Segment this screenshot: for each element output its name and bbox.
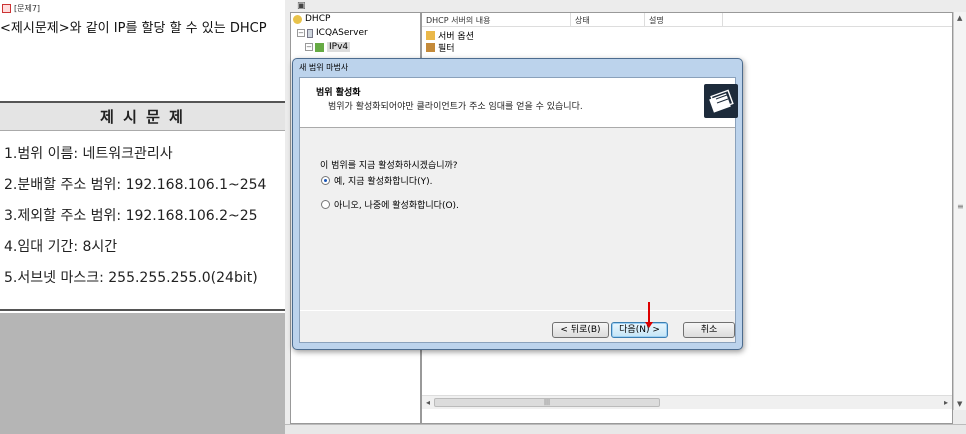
radio-label: 예, 지금 활성화합니다(Y).	[334, 177, 433, 187]
server-icon	[307, 28, 313, 38]
back-button[interactable]: < 뒤로(B)	[552, 322, 609, 338]
problem-item: 2.분배할 주소 범위: 192.168.106.1~254	[4, 177, 267, 193]
problem-item: 3.제외할 주소 범위: 192.168.106.2~25	[4, 208, 258, 224]
console-icon[interactable]: ▣	[297, 1, 306, 11]
ipv4-icon	[315, 42, 324, 52]
server-options-icon	[426, 31, 435, 40]
scroll-left-icon[interactable]: ◂	[426, 398, 430, 407]
horizontal-scrollbar[interactable]: ◂ ||| ▸	[422, 395, 952, 409]
problem-box: 제 시 문 제 1.범위 이름: 네트워크관리사 2.분배할 주소 범위: 19…	[0, 103, 285, 311]
dialog-title: 새 범위 마법사	[299, 63, 349, 72]
document-icon	[2, 3, 11, 13]
status-bar	[285, 424, 966, 434]
scrollbar-thumb[interactable]: |||	[434, 398, 660, 407]
radio-label: 아니오, 나중에 활성화합니다(O).	[334, 201, 459, 211]
divider	[300, 310, 735, 311]
problem-window-title: [문제7]	[14, 3, 41, 13]
scrollbar-grip-icon[interactable]: ≡	[957, 202, 964, 211]
wizard-icon	[704, 84, 738, 118]
tree-item-label: IPv4	[327, 42, 351, 52]
column-header-description[interactable]: 설명	[649, 15, 664, 26]
column-header-name[interactable]: DHCP 서버의 내용	[426, 15, 490, 26]
scroll-up-icon[interactable]: ▲	[957, 14, 962, 22]
problem-item: 1.범위 이름: 네트워크관리사	[4, 146, 173, 162]
tree-item-server[interactable]: − ICQAServer	[297, 28, 368, 38]
annotation-arrow-icon	[645, 302, 653, 328]
tree-item-label: ICQAServer	[316, 28, 368, 38]
problem-panel: [문제7] <제시문제>와 같이 IP를 할당 할 수 있는 DHCP 제 시 …	[0, 0, 285, 434]
new-scope-wizard-dialog: 새 범위 마법사 범위 활성화 범위가 활성화되어야만 클라이언트가 주소 임대…	[292, 58, 743, 350]
tree-item-dhcp[interactable]: DHCP	[293, 14, 330, 24]
cancel-button[interactable]: 취소	[683, 322, 735, 338]
wizard-header: 범위 활성화 범위가 활성화되어야만 클라이언트가 주소 임대를 얻을 수 있습…	[300, 78, 738, 128]
wizard-step-title: 범위 활성화	[316, 88, 361, 98]
dialog-body: 범위 활성화 범위가 활성화되어야만 클라이언트가 주소 임대를 얻을 수 있습…	[299, 77, 738, 343]
scroll-down-icon[interactable]: ▼	[957, 400, 962, 408]
radio-activate-now[interactable]: 예, 지금 활성화합니다(Y).	[321, 174, 432, 187]
collapse-icon[interactable]: −	[305, 43, 313, 51]
problem-window-titlebar: [문제7]	[0, 0, 285, 16]
column-header-status[interactable]: 상태	[575, 15, 590, 26]
column-separator[interactable]	[644, 13, 645, 27]
console-toolbar: ▣	[285, 0, 966, 12]
filter-icon	[426, 43, 435, 52]
scroll-right-icon[interactable]: ▸	[944, 398, 948, 407]
empty-area	[0, 313, 285, 434]
column-separator[interactable]	[722, 13, 723, 27]
radio-unselected-icon[interactable]	[321, 200, 330, 209]
wizard-step-description: 범위가 활성화되어야만 클라이언트가 주소 임대를 얻을 수 있습니다.	[328, 102, 583, 112]
problem-item: 5.서브넷 마스크: 255.255.255.0(24bit)	[4, 270, 258, 286]
problem-header: 제 시 문 제	[0, 103, 285, 131]
list-item-label: 필터	[438, 44, 455, 54]
tree-item-ipv4[interactable]: − IPv4	[305, 42, 351, 52]
problem-list: 1.범위 이름: 네트워크관리사 2.분배할 주소 범위: 192.168.10…	[0, 131, 285, 294]
problem-question: <제시문제>와 같이 IP를 할당 할 수 있는 DHCP	[0, 21, 267, 36]
radio-activate-later[interactable]: 아니오, 나중에 활성화합니다(O).	[321, 198, 459, 211]
tree-item-label: DHCP	[305, 14, 331, 24]
collapse-icon[interactable]: −	[297, 29, 305, 37]
activate-question: 이 범위를 지금 활성화하시겠습니까?	[320, 161, 458, 171]
list-item-filters[interactable]: 필터	[426, 41, 455, 54]
next-button[interactable]: 다음(N) >	[611, 322, 668, 338]
column-separator[interactable]	[570, 13, 571, 27]
vertical-scrollbar[interactable]: ▲ ≡ ▼	[953, 12, 966, 410]
radio-selected-icon[interactable]	[321, 176, 330, 185]
problem-item: 4.임대 기간: 8시간	[4, 239, 118, 255]
dhcp-icon	[293, 14, 302, 24]
list-header: DHCP 서버의 내용 상태 설명	[422, 13, 952, 27]
